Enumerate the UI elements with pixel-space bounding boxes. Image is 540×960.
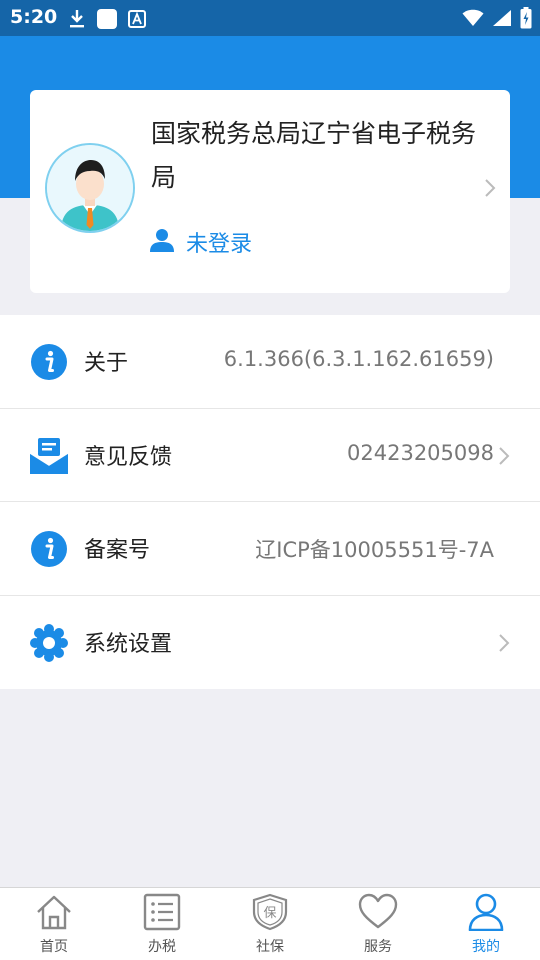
menu-label: 意见反馈 <box>84 444 173 470</box>
tab-social-security[interactable]: 保 社保 <box>216 888 324 960</box>
chevron-right-icon <box>484 178 496 202</box>
icp-value: 辽ICP备10005551号-7A <box>255 538 494 562</box>
menu-item-feedback[interactable]: 意见反馈 02423205098 <box>0 409 540 502</box>
info-icon <box>30 343 68 381</box>
menu-item-about[interactable]: 关于 6.1.366(6.3.1.162.61659) <box>0 315 540 409</box>
font-a-icon <box>128 10 146 32</box>
tab-home[interactable]: 首页 <box>0 888 108 960</box>
tab-label: 我的 <box>472 939 500 955</box>
bottom-tab-bar: 首页 办税 保 社保 服务 我的 <box>0 887 540 960</box>
tab-services[interactable]: 服务 <box>324 888 432 960</box>
menu-item-icp[interactable]: 备案号 辽ICP备10005551号-7A <box>0 502 540 596</box>
info-icon <box>30 530 68 568</box>
menu-label: 关于 <box>84 351 129 376</box>
profile-card[interactable]: 国家税务总局辽宁省电子税务局 未登录 <box>30 90 510 293</box>
version-value: 6.1.366(6.3.1.162.61659) <box>223 347 494 371</box>
user-icon <box>150 228 174 256</box>
battery-charging-icon <box>520 7 532 33</box>
list-icon <box>143 893 181 935</box>
menu-label: 备案号 <box>84 538 151 563</box>
tab-label: 办税 <box>148 939 176 955</box>
tab-tax[interactable]: 办税 <box>108 888 216 960</box>
user-avatar-icon[interactable] <box>45 143 135 233</box>
download-icon <box>68 9 86 33</box>
settings-menu: 关于 6.1.366(6.3.1.162.61659) 意见反馈 0242320… <box>0 315 540 689</box>
status-time: 5:20 <box>10 6 58 28</box>
home-icon <box>35 893 73 935</box>
signal-icon <box>492 9 512 31</box>
notification-icons <box>68 8 146 34</box>
profile-name: 国家税务总局辽宁省电子税务局 <box>151 119 477 192</box>
tab-label: 首页 <box>40 939 68 955</box>
menu-label: 系统设置 <box>84 631 173 657</box>
chevron-right-icon <box>498 446 510 470</box>
app-square-icon <box>96 8 118 34</box>
svg-text:保: 保 <box>263 906 276 921</box>
chevron-right-icon <box>498 633 510 657</box>
tab-label: 社保 <box>256 939 284 955</box>
tab-label: 服务 <box>364 939 392 955</box>
wifi-icon <box>462 9 484 31</box>
login-status[interactable]: 未登录 <box>150 226 252 258</box>
system-icons <box>462 7 532 33</box>
feedback-phone-value: 02423205098 <box>347 440 494 465</box>
person-icon <box>467 893 505 935</box>
heart-icon <box>358 893 398 935</box>
feedback-mail-icon <box>29 437 69 475</box>
shield-icon: 保 <box>251 893 289 935</box>
status-bar: 5:20 <box>0 0 540 36</box>
gear-icon <box>30 623 68 662</box>
menu-item-settings[interactable]: 系统设置 <box>0 596 540 690</box>
tab-mine[interactable]: 我的 <box>432 888 540 960</box>
login-status-label: 未登录 <box>186 232 253 257</box>
